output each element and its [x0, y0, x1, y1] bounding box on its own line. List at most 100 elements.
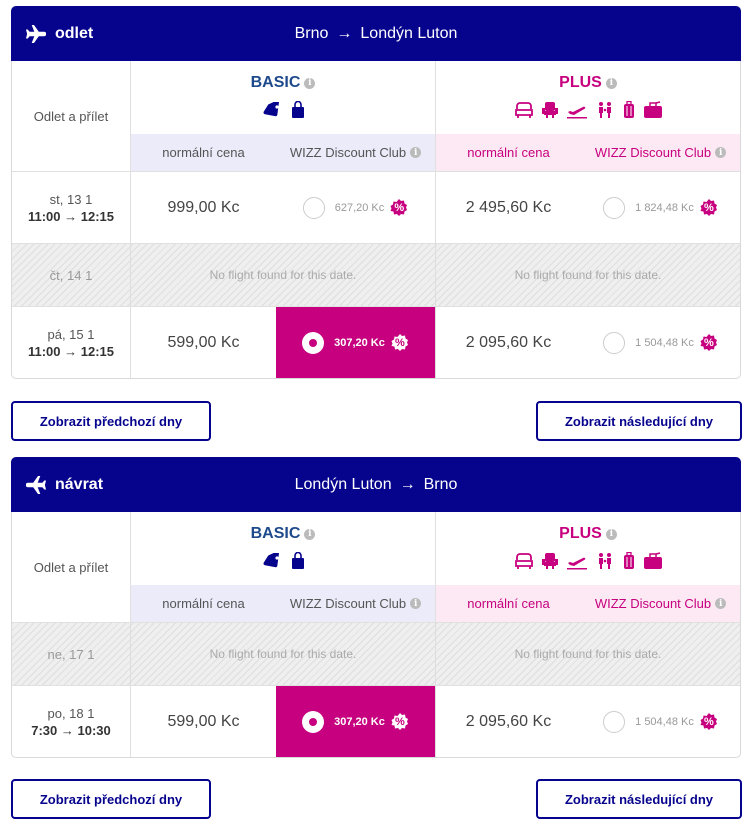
fare-radio[interactable]: [302, 196, 325, 219]
chair-icon: [541, 553, 558, 569]
small-bag-icon: [291, 101, 304, 118]
small-bag-icon: [291, 552, 304, 569]
plus-normal-price-label: normální cena: [467, 145, 550, 160]
flight-date: st, 13 1 11:00 → 12:15: [12, 172, 131, 243]
empty-date-row: ne, 17 1 No flight found for this date. …: [12, 622, 740, 685]
fare-header-row: Odlet a přílet BASIC i normální cena WIZZ…: [12, 61, 740, 171]
date-column-header: Odlet a přílet: [12, 512, 131, 622]
plus-label: PLUS: [559, 74, 602, 91]
fare-radio-selected[interactable]: [302, 710, 325, 733]
plus-fare-cell: 2 495,60 Kc 1 824,48 Kc %: [436, 172, 740, 243]
suitcase-icon: [643, 552, 662, 569]
plus-normal-price[interactable]: 2 095,60 Kc: [436, 686, 581, 757]
trolley-icon: [623, 101, 634, 118]
basic-label: BASIC: [250, 525, 301, 542]
info-icon[interactable]: i: [605, 77, 617, 89]
basic-club-price-option-selected[interactable]: 307,20 Kc %: [276, 686, 435, 757]
info-icon[interactable]: i: [605, 528, 617, 540]
route-to: Londýn Luton: [360, 24, 458, 42]
plus-label: PLUS: [559, 525, 602, 542]
basic-label: BASIC: [250, 74, 301, 91]
family-icon: [598, 553, 611, 569]
no-flight-message: No flight found for this date.: [514, 647, 662, 661]
show-next-days-button[interactable]: Zobrazit následující dny: [536, 401, 742, 441]
flight-time: 11:00 → 12:15: [27, 343, 114, 359]
fare-header-row: Odlet a přílet BASIC i normální cena WIZZ…: [12, 512, 740, 622]
club-price: 1 504,48 Kc: [635, 336, 694, 349]
route: Londýn Luton → Brno: [11, 457, 741, 512]
plus-fare-cell: 2 095,60 Kc 1 504,48 Kc %: [436, 686, 740, 757]
info-icon[interactable]: i: [304, 528, 316, 540]
club-price: 307,20 Kc: [334, 715, 385, 728]
basic-normal-price[interactable]: 599,00 Kc: [131, 307, 276, 378]
fare-radio[interactable]: [603, 331, 626, 354]
info-icon[interactable]: i: [410, 147, 422, 158]
plus-normal-price[interactable]: 2 095,60 Kc: [436, 307, 581, 378]
plus-normal-price[interactable]: 2 495,60 Kc: [436, 172, 581, 243]
show-previous-days-button[interactable]: Zobrazit předchozí dny: [11, 401, 211, 441]
discount-badge-icon: %: [700, 198, 718, 217]
club-price: 1 504,48 Kc: [635, 715, 694, 728]
discount-badge-icon: %: [700, 333, 718, 352]
route-to: Brno: [423, 475, 458, 493]
flight-row: po, 18 1 7:30 → 10:30 599,00 Kc 307,20 K…: [12, 685, 740, 757]
info-icon[interactable]: i: [410, 598, 422, 609]
plus-fare-header: PLUS i normální cena WIZZ Discount Club i: [436, 512, 740, 622]
route-from: Londýn Luton: [294, 475, 392, 493]
basic-fare-header: BASIC i normální cena WIZZ Discount Club i: [131, 512, 436, 622]
club-price: 1 824,48 Kc: [635, 201, 694, 214]
info-icon[interactable]: i: [715, 598, 727, 609]
club-price: 307,20 Kc: [334, 336, 385, 349]
plus-club-price-option[interactable]: 1 504,48 Kc %: [581, 686, 740, 757]
basic-club-price-option[interactable]: 627,20 Kc %: [276, 172, 435, 243]
plus-fare-cell: 2 095,60 Kc 1 504,48 Kc %: [436, 307, 740, 378]
fare-table: Odlet a přílet BASIC i normální cena WIZZ…: [11, 61, 741, 379]
plus-club-price-option[interactable]: 1 504,48 Kc %: [581, 307, 740, 378]
basic-club-label: WIZZ Discount Club: [289, 145, 407, 160]
tag-icon: [263, 553, 279, 568]
route-arrow: →: [336, 24, 353, 42]
no-flight-message: No flight found for this date.: [131, 623, 436, 685]
plus-club-label: WIZZ Discount Club: [594, 596, 712, 611]
plus-club-price-option[interactable]: 1 824,48 Kc %: [581, 172, 740, 243]
no-flight-message: No flight found for this date.: [514, 268, 662, 282]
fare-radio-selected[interactable]: [302, 331, 325, 354]
flight-date: pá, 15 1 11:00 → 12:15: [12, 307, 131, 378]
discount-badge-icon: %: [700, 712, 718, 731]
fare-radio[interactable]: [603, 196, 626, 219]
discount-badge-icon: %: [390, 198, 408, 217]
basic-fare-cell: 599,00 Kc 307,20 Kc %: [131, 307, 436, 378]
flight-time: 7:30 → 10:30: [31, 722, 111, 738]
show-next-days-button[interactable]: Zobrazit následující dny: [536, 779, 742, 819]
chair-icon: [541, 102, 558, 118]
tag-icon: [263, 102, 279, 117]
route-arrow: →: [399, 475, 416, 493]
airplane-departure-icon: [566, 557, 587, 570]
outbound-section: odlet Brno → Londýn Luton Odlet a přílet…: [11, 6, 741, 379]
flight-day: po, 18 1: [47, 705, 95, 721]
trolley-icon: [623, 552, 634, 569]
info-icon[interactable]: i: [715, 147, 727, 158]
basic-club-label: WIZZ Discount Club: [289, 596, 407, 611]
basic-club-price-option-selected[interactable]: 307,20 Kc %: [276, 307, 435, 378]
basic-normal-price-label: normální cena: [162, 145, 245, 160]
basic-fare-cell: 999,00 Kc 627,20 Kc %: [131, 172, 436, 243]
discount-badge-icon: %: [391, 712, 409, 731]
basic-normal-price[interactable]: 999,00 Kc: [131, 172, 276, 243]
empty-date-row: čt, 14 1 No flight found for this date. …: [12, 243, 740, 306]
discount-badge-icon: %: [391, 333, 409, 352]
seat-icon: [514, 553, 533, 569]
flight-row: pá, 15 1 11:00 → 12:15 599,00 Kc 307,20 …: [12, 306, 740, 378]
basic-normal-price[interactable]: 599,00 Kc: [131, 686, 276, 757]
flight-row: st, 13 1 11:00 → 12:15 999,00 Kc 627,20 …: [12, 171, 740, 243]
fare-radio[interactable]: [603, 710, 626, 733]
flight-time: 11:00 → 12:15: [27, 208, 114, 224]
flight-day: pá, 15 1: [47, 326, 95, 342]
info-icon[interactable]: i: [304, 77, 316, 89]
inbound-section: návrat Londýn Luton → Brno Odlet a příle…: [11, 457, 741, 758]
flight-day: ne, 17 1: [12, 623, 131, 685]
outbound-header: odlet Brno → Londýn Luton: [11, 6, 741, 61]
show-previous-days-button[interactable]: Zobrazit předchozí dny: [11, 779, 211, 819]
route-from: Brno: [294, 24, 329, 42]
club-price: 627,20 Kc: [334, 201, 385, 214]
